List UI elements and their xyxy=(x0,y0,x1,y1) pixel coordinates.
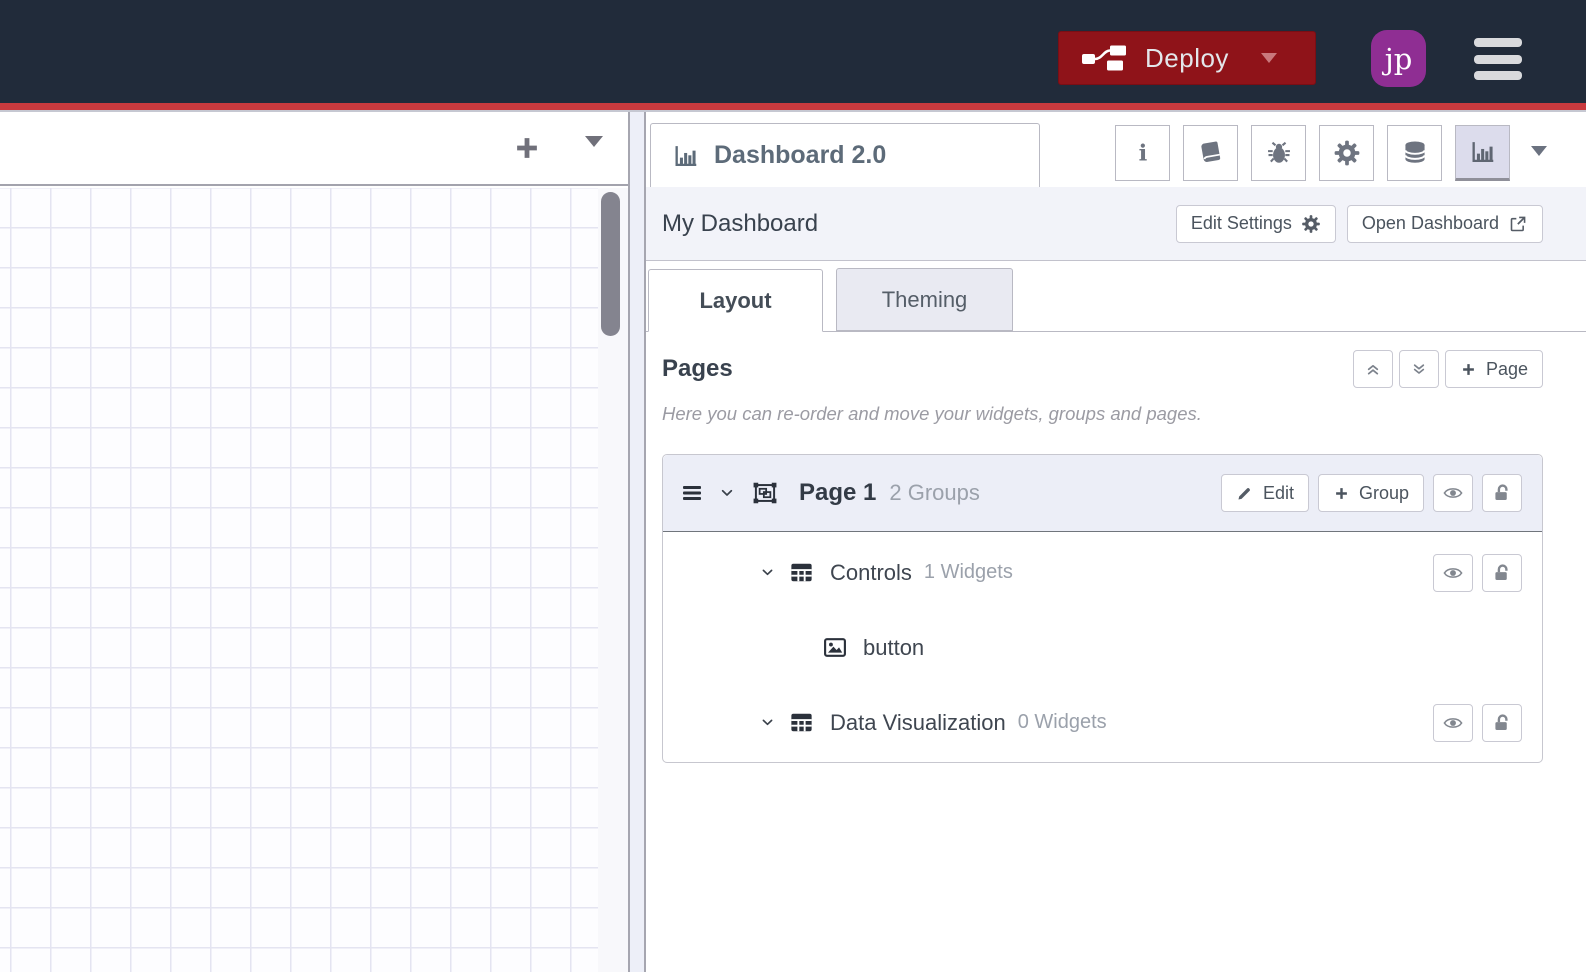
drag-handle-icon[interactable] xyxy=(679,481,705,505)
header-accent-line xyxy=(0,103,1586,110)
flow-list-caret-icon[interactable] xyxy=(585,136,603,147)
dashboard-section-header: My Dashboard Edit Settings Open Dashboar… xyxy=(646,187,1586,261)
deploy-button[interactable]: Deploy xyxy=(1058,31,1316,85)
chevron-down-icon[interactable] xyxy=(759,714,776,731)
node-red-editor: Deploy jp Dashboard 2.0 i My Dashboard E… xyxy=(0,0,1586,972)
main-menu-icon[interactable] xyxy=(1474,38,1522,80)
page-visibility-button[interactable] xyxy=(1433,474,1473,512)
deploy-wire-icon xyxy=(1081,43,1127,73)
group-name: Data Visualization xyxy=(830,709,1006,735)
image-icon xyxy=(821,634,849,661)
tab-theming[interactable]: Theming xyxy=(836,268,1013,331)
plus-icon xyxy=(1460,361,1477,378)
debug-panel-button[interactable] xyxy=(1251,125,1306,181)
dashboard-tabs: Layout Theming xyxy=(646,268,1586,332)
dashboard-panel-button[interactable] xyxy=(1455,125,1510,181)
pencil-icon xyxy=(1236,484,1254,502)
eye-icon xyxy=(1442,562,1464,584)
info-icon: i xyxy=(1130,139,1156,167)
edit-page-label: Edit xyxy=(1262,482,1294,503)
eye-icon xyxy=(1442,712,1464,734)
help-panel-button[interactable] xyxy=(1183,125,1238,181)
edit-page-button[interactable]: Edit xyxy=(1220,474,1309,512)
group-row-controls[interactable]: Controls 1 Widgets xyxy=(663,545,1542,600)
pages-section-header: Pages Page xyxy=(646,349,1586,389)
context-panel-button[interactable] xyxy=(1387,125,1442,181)
sidebar: Dashboard 2.0 i My Dashboard Edit Settin… xyxy=(646,112,1586,972)
chevron-down-icon[interactable] xyxy=(718,484,736,502)
add-group-label: Group xyxy=(1358,482,1409,503)
sidebar-splitter[interactable] xyxy=(628,112,646,972)
svg-text:i: i xyxy=(1138,141,1147,167)
page-card: Page 1 2 Groups Edit Group Controls 1 Wi… xyxy=(662,454,1543,763)
chart-bar-icon xyxy=(1469,138,1497,166)
angles-down-icon xyxy=(1409,359,1429,379)
add-page-label: Page xyxy=(1485,358,1528,379)
open-dashboard-label: Open Dashboard xyxy=(1361,213,1499,233)
plus-icon xyxy=(1333,485,1350,502)
eye-icon xyxy=(1442,482,1464,504)
pages-hint: Here you can re-order and move your widg… xyxy=(662,403,1202,424)
flow-canvas-region xyxy=(0,112,628,972)
group-visibility-button[interactable] xyxy=(1433,703,1473,742)
add-page-button[interactable]: Page xyxy=(1444,350,1543,388)
config-panel-button[interactable] xyxy=(1319,125,1374,181)
group-widget-count: 1 Widgets xyxy=(923,561,1013,583)
collapse-all-button[interactable] xyxy=(1352,350,1393,388)
table-icon xyxy=(788,559,815,586)
caret-down-icon[interactable] xyxy=(1531,146,1547,156)
add-flow-icon[interactable] xyxy=(511,132,543,164)
canvas-scrollbar-track[interactable] xyxy=(598,188,628,972)
external-link-icon xyxy=(1508,214,1528,234)
page-name: Page 1 xyxy=(799,479,877,506)
table-icon xyxy=(788,709,815,736)
angles-up-icon xyxy=(1363,359,1383,379)
book-icon xyxy=(1197,139,1225,167)
unlock-icon xyxy=(1491,562,1513,584)
sidebar-tab-title: Dashboard 2.0 xyxy=(714,141,887,169)
app-header: Deploy jp xyxy=(0,0,1586,103)
info-panel-button[interactable]: i xyxy=(1115,125,1170,181)
sidebar-tab-dashboard[interactable]: Dashboard 2.0 xyxy=(650,123,1040,187)
edit-settings-label: Edit Settings xyxy=(1190,213,1292,233)
group-lock-button[interactable] xyxy=(1482,553,1522,592)
tab-layout[interactable]: Layout xyxy=(648,269,823,332)
page-group-count: 2 Groups xyxy=(889,480,980,505)
deploy-label: Deploy xyxy=(1145,42,1229,73)
page-card-body: Controls 1 Widgets button Data Visualiza… xyxy=(663,532,1542,762)
group-widget-count: 0 Widgets xyxy=(1017,711,1107,733)
sidebar-panel-switcher: i xyxy=(1115,125,1510,181)
avatar[interactable]: jp xyxy=(1371,30,1426,87)
canvas-scrollbar-thumb[interactable] xyxy=(601,192,620,336)
unlock-icon xyxy=(1491,712,1513,734)
widget-name: button xyxy=(863,634,925,660)
page-row[interactable]: Page 1 2 Groups Edit Group xyxy=(663,455,1542,532)
widget-row-button[interactable]: button xyxy=(663,620,1542,675)
object-group-icon xyxy=(749,479,781,507)
sidebar-header: Dashboard 2.0 i xyxy=(646,112,1586,187)
gear-icon xyxy=(1333,139,1361,167)
deploy-caret-icon[interactable] xyxy=(1260,53,1277,63)
group-visibility-button[interactable] xyxy=(1433,553,1473,592)
edit-settings-button[interactable]: Edit Settings xyxy=(1175,204,1336,243)
expand-all-button[interactable] xyxy=(1398,350,1439,388)
flow-tab-bar xyxy=(0,112,628,186)
database-icon xyxy=(1400,139,1430,167)
pages-heading: Pages xyxy=(662,355,733,382)
chevron-down-icon[interactable] xyxy=(759,564,776,581)
chart-bar-icon xyxy=(671,142,701,170)
dashboard-name: My Dashboard xyxy=(662,209,819,237)
group-lock-button[interactable] xyxy=(1482,703,1522,742)
open-dashboard-button[interactable]: Open Dashboard xyxy=(1346,204,1543,243)
bug-icon xyxy=(1265,139,1293,167)
group-name: Controls xyxy=(830,559,912,585)
group-row-data-visualization[interactable]: Data Visualization 0 Widgets xyxy=(663,695,1542,750)
flow-canvas-grid[interactable] xyxy=(0,188,598,972)
add-group-button[interactable]: Group xyxy=(1317,474,1424,512)
gear-icon xyxy=(1301,214,1321,234)
unlock-icon xyxy=(1491,482,1513,504)
page-lock-button[interactable] xyxy=(1482,474,1522,512)
